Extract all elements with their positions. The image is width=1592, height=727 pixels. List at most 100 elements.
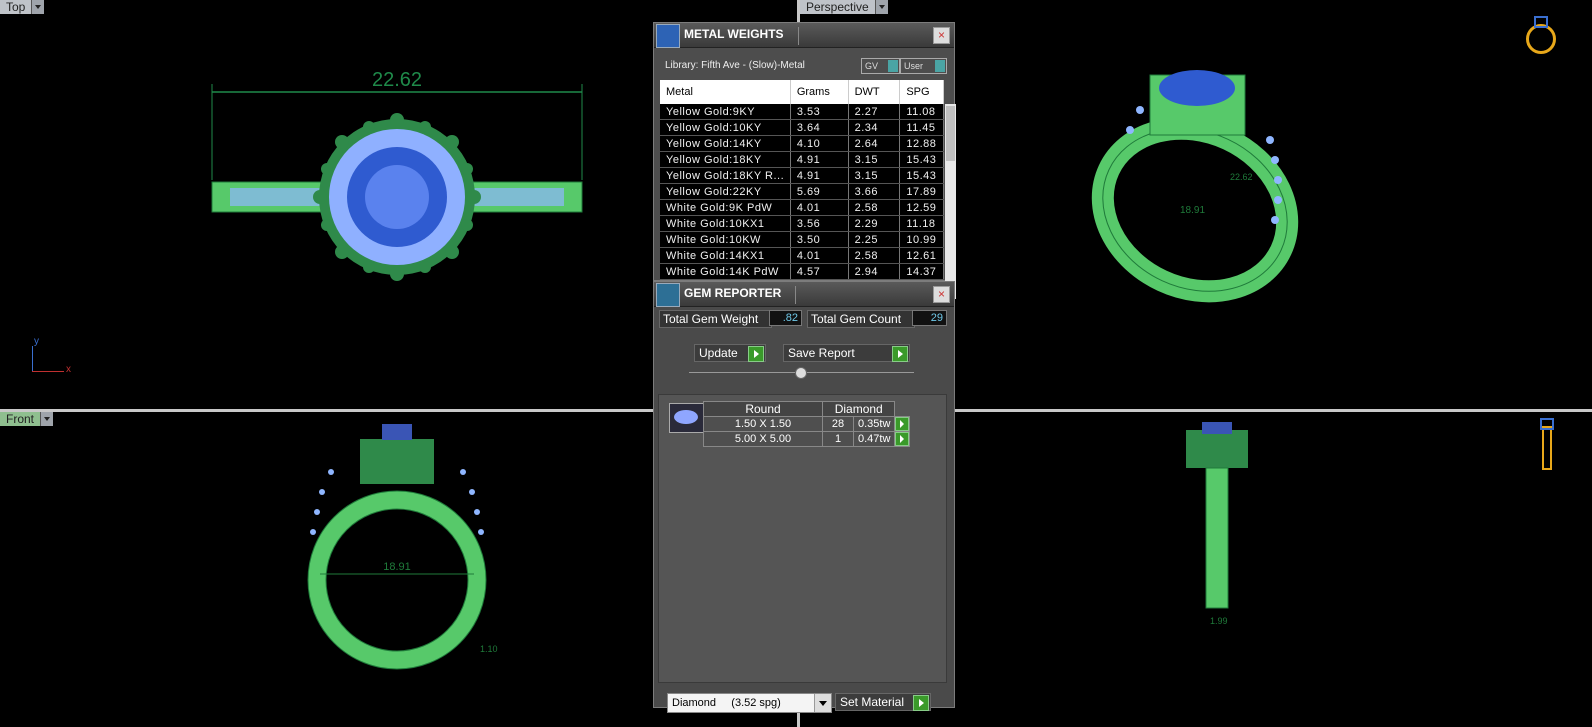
- dimension-front: 18.91: [383, 561, 411, 573]
- cell-dwt: 3.15: [848, 151, 901, 168]
- material-select-value: Diamond (3.52 spg): [672, 697, 781, 709]
- table-row[interactable]: Yellow Gold:22KY 5.69 3.66 17.89: [660, 183, 944, 200]
- table-row[interactable]: Yellow Gold:14KY 4.10 2.64 12.88: [660, 135, 944, 152]
- gem-size: 1.50 X 1.50: [703, 416, 823, 432]
- slider-knob[interactable]: [795, 367, 807, 379]
- set-material-button[interactable]: Set Material: [835, 693, 931, 711]
- library-label: Library: Fifth Ave - (Slow)-Metal: [665, 60, 805, 71]
- cell-dwt: 2.27: [848, 104, 901, 120]
- total-gem-weight-label: Total Gem Weight: [659, 310, 772, 328]
- gem-table: Round Diamond 1.50 X 1.50 28 0.35tw 5.00 X …: [703, 401, 911, 447]
- cell-grams: 3.53: [790, 104, 849, 120]
- cell-spg: 11.18: [899, 215, 944, 232]
- cell-metal: White Gold:14K PdW: [660, 263, 791, 280]
- material-select[interactable]: Diamond (3.52 spg): [667, 693, 832, 713]
- gem-count: 28: [822, 416, 854, 432]
- play-icon: [748, 346, 764, 362]
- gem-reporter-body: Total Gem Weight .82 Total Gem Count 29 …: [654, 307, 954, 713]
- cell-spg: 12.59: [899, 199, 944, 216]
- cell-spg: 11.45: [899, 119, 944, 136]
- cell-grams: 4.91: [790, 151, 849, 168]
- save-report-button[interactable]: Save Report: [783, 344, 910, 362]
- close-icon[interactable]: ×: [933, 286, 950, 303]
- table-row[interactable]: Yellow Gold:18KY R... 4.91 3.15 15.43: [660, 167, 944, 184]
- cell-grams: 4.01: [790, 199, 849, 216]
- axis-x-label: x: [66, 364, 71, 375]
- cell-metal: Yellow Gold:9KY: [660, 104, 791, 120]
- cell-dwt: 2.58: [848, 247, 901, 264]
- dimension-front-small: 1.10: [480, 644, 498, 654]
- gem-report-icon: [656, 283, 680, 307]
- gem-row-action[interactable]: [894, 416, 911, 432]
- gem-reporter-title: GEM REPORTER: [684, 286, 797, 304]
- col-metal[interactable]: Metal: [660, 80, 791, 104]
- update-button[interactable]: Update: [694, 344, 766, 362]
- cell-spg: 17.89: [899, 183, 944, 200]
- cell-grams: 5.69: [790, 183, 849, 200]
- total-gem-count-value: 29: [912, 310, 947, 326]
- cell-dwt: 2.29: [848, 215, 901, 232]
- total-gem-count-label: Total Gem Count: [807, 310, 915, 328]
- cell-spg: 15.43: [899, 167, 944, 184]
- gem-shape-header: Round: [703, 401, 823, 417]
- cell-metal: Yellow Gold:18KY: [660, 151, 791, 168]
- table-row[interactable]: Yellow Gold:18KY 4.91 3.15 15.43: [660, 151, 944, 168]
- table-row[interactable]: White Gold:9K PdW 4.01 2.58 12.59: [660, 199, 944, 216]
- toggle-user[interactable]: User: [900, 58, 947, 74]
- metal-weights-panel: METAL WEIGHTS × Library: Fifth Ave - (Sl…: [653, 22, 956, 299]
- gem-row[interactable]: 1.50 X 1.50 28 0.35tw: [703, 416, 911, 432]
- cell-dwt: 3.15: [848, 167, 901, 184]
- cell-spg: 11.08: [899, 104, 944, 120]
- dimension-perspective-a: 18.91: [1180, 205, 1205, 216]
- cell-dwt: 3.66: [848, 183, 901, 200]
- toggle-gv-label: GV: [865, 61, 879, 71]
- axis-gizmo: y x: [30, 336, 74, 375]
- table-row[interactable]: Yellow Gold:10KY 3.64 2.34 11.45: [660, 119, 944, 136]
- table-row[interactable]: White Gold:10KW 3.50 2.25 10.99: [660, 231, 944, 248]
- chevron-down-icon[interactable]: [814, 694, 831, 712]
- cell-metal: Yellow Gold:18KY R...: [660, 167, 791, 184]
- toggle-gv[interactable]: GV: [861, 58, 900, 74]
- col-grams[interactable]: Grams: [790, 80, 849, 104]
- toggle-user-label: User: [904, 61, 924, 71]
- scrollbar-thumb[interactable]: [946, 106, 955, 161]
- play-icon[interactable]: [895, 417, 910, 431]
- close-icon[interactable]: ×: [933, 27, 950, 44]
- axis-y-label: y: [34, 336, 39, 347]
- cell-metal: White Gold:10KX1: [660, 215, 791, 232]
- cell-metal: White Gold:10KW: [660, 231, 791, 248]
- cell-metal: Yellow Gold:10KY: [660, 119, 791, 136]
- cell-metal: Yellow Gold:22KY: [660, 183, 791, 200]
- gem-row[interactable]: 5.00 X 5.00 1 0.47tw: [703, 431, 911, 447]
- dimension-top: 22.62: [372, 69, 422, 91]
- pendant-view-icon[interactable]: [1536, 418, 1556, 470]
- gem-size: 5.00 X 5.00: [703, 431, 823, 447]
- cell-spg: 12.88: [899, 135, 944, 152]
- cell-metal: Yellow Gold:14KY: [660, 135, 791, 152]
- col-spg[interactable]: SPG: [899, 80, 944, 104]
- dimension-perspective-b: 22.62: [1230, 172, 1253, 182]
- cell-spg: 15.43: [899, 151, 944, 168]
- metal-weights-title: METAL WEIGHTS: [684, 27, 799, 45]
- table-row[interactable]: White Gold:10KX1 3.56 2.29 11.18: [660, 215, 944, 232]
- metal-weights-titlebar[interactable]: METAL WEIGHTS ×: [654, 23, 954, 48]
- col-dwt[interactable]: DWT: [848, 80, 901, 104]
- ring-view-icon[interactable]: [1522, 14, 1556, 54]
- table-row[interactable]: White Gold:14K PdW 4.57 2.94 14.37: [660, 263, 944, 280]
- gem-weight: 0.35tw: [852, 416, 896, 432]
- cell-metal: White Gold:9K PdW: [660, 199, 791, 216]
- cell-dwt: 2.25: [848, 231, 901, 248]
- play-icon: [892, 346, 908, 362]
- gem-reporter-titlebar[interactable]: GEM REPORTER ×: [654, 282, 954, 307]
- size-slider[interactable]: [689, 367, 914, 379]
- cell-dwt: 2.34: [848, 119, 901, 136]
- gem-list-area: Round Diamond 1.50 X 1.50 28 0.35tw 5.00 X …: [658, 394, 947, 683]
- table-row[interactable]: Yellow Gold:9KY 3.53 2.27 11.08: [660, 104, 944, 120]
- play-icon[interactable]: [895, 432, 910, 446]
- table-row[interactable]: White Gold:14KX1 4.01 2.58 12.61: [660, 247, 944, 264]
- total-gem-weight-value: .82: [769, 310, 802, 326]
- cell-grams: 4.10: [790, 135, 849, 152]
- metal-table-scrollbar[interactable]: ▼: [945, 104, 956, 299]
- dimension-side: 1.99: [1210, 616, 1228, 626]
- gem-row-action[interactable]: [894, 431, 911, 447]
